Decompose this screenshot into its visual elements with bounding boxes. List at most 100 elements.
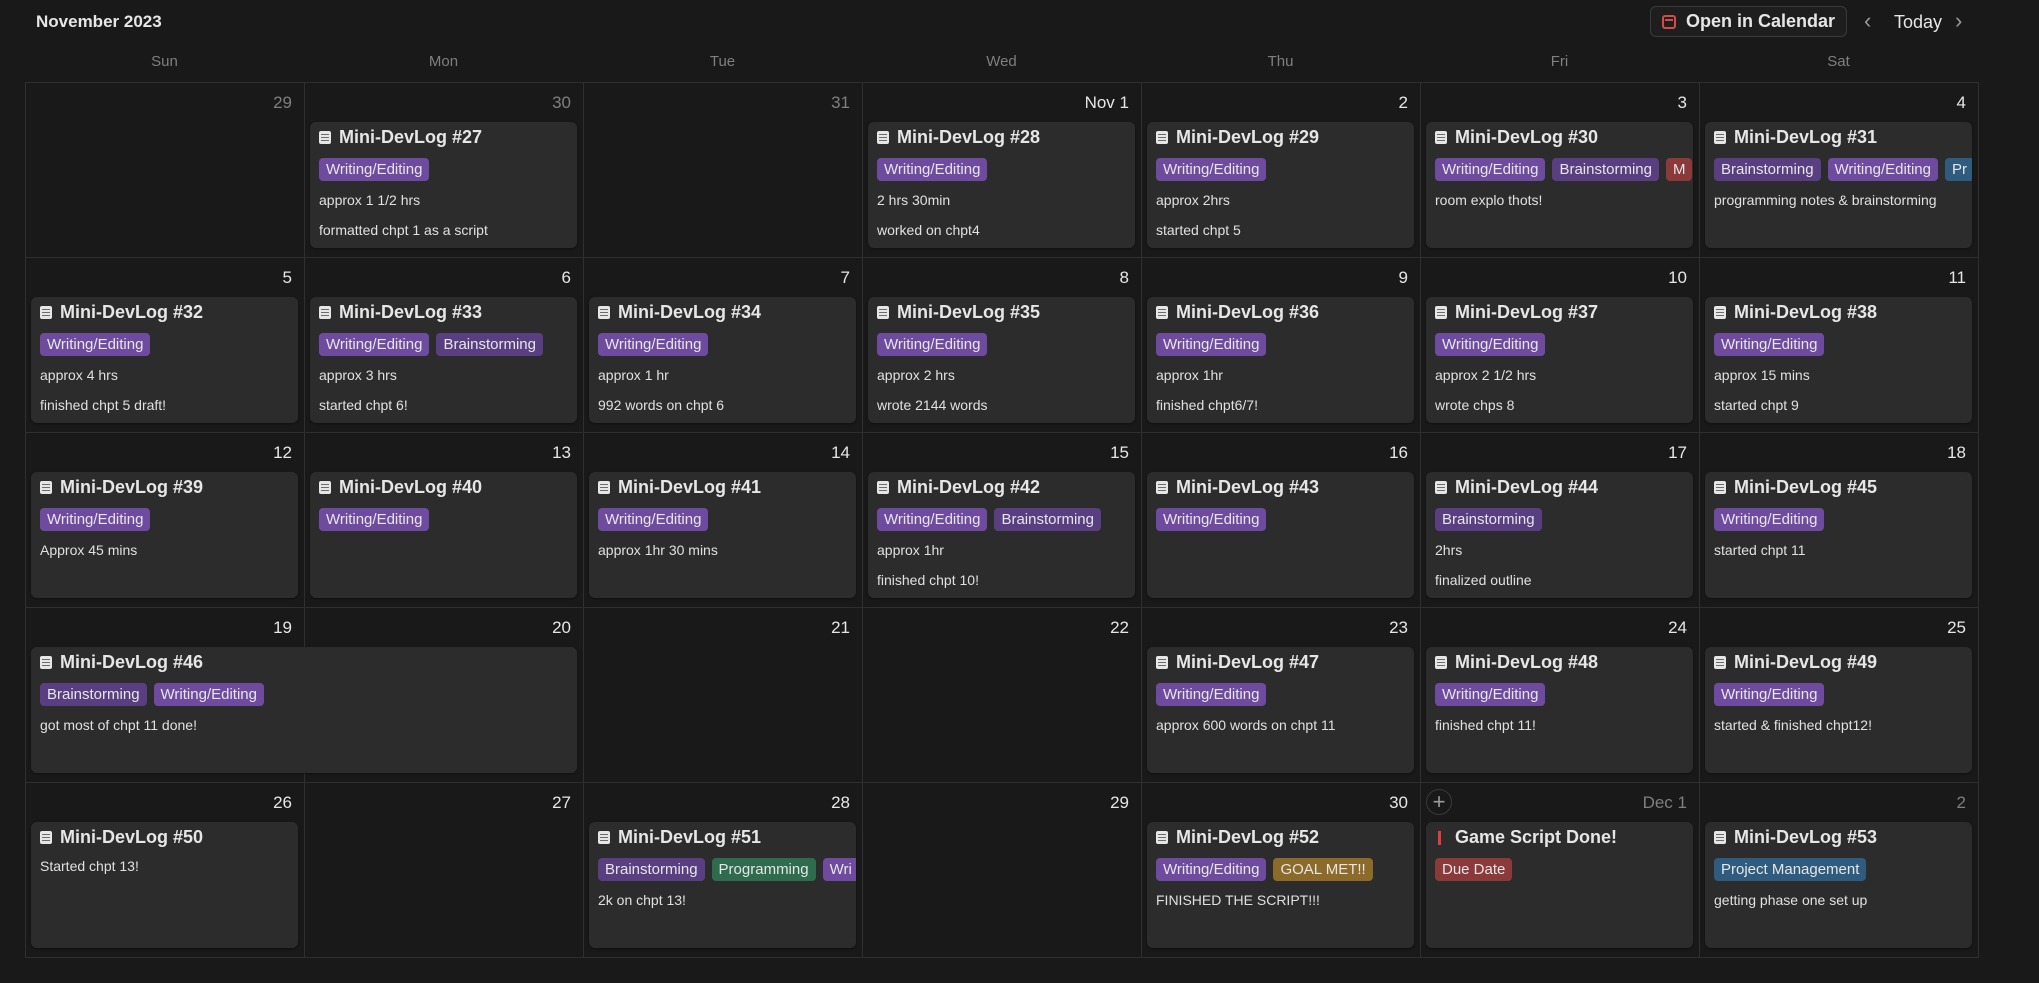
event-note: approx 2 1/2 hrs bbox=[1435, 367, 1537, 383]
event-card[interactable]: Mini-DevLog #51 Brainstorming Programming W… bbox=[589, 822, 856, 948]
tag-badge: Writing/Editing bbox=[1435, 158, 1546, 181]
exclamation-icon bbox=[1438, 830, 1441, 845]
event-card[interactable]: Mini-DevLog #46 Brainstorming Writing/Edit… bbox=[31, 647, 577, 773]
event-note: started & finished chpt12! bbox=[1714, 717, 1872, 733]
event-title: Mini-DevLog #44 bbox=[1435, 477, 1598, 498]
event-card[interactable]: Mini-DevLog #27 Writing/Editing approx 1 1… bbox=[310, 122, 577, 248]
day-cell[interactable]: 29 bbox=[863, 783, 1142, 958]
event-title-text: Mini-DevLog #30 bbox=[1455, 127, 1599, 147]
event-title-text: Mini-DevLog #35 bbox=[897, 302, 1041, 322]
event-card[interactable]: Mini-DevLog #50 Started chpt 13! bbox=[31, 822, 298, 948]
today-button[interactable]: Today bbox=[1894, 12, 1942, 33]
event-card[interactable]: Mini-DevLog #48 Writing/Editing finished c… bbox=[1426, 647, 1693, 773]
event-card[interactable]: Mini-DevLog #28 Writing/Editing 2 hrs 30mi… bbox=[868, 122, 1135, 248]
tag-badge: Due Date bbox=[1435, 858, 1513, 881]
event-card[interactable]: Mini-DevLog #53 Project Management getting… bbox=[1705, 822, 1972, 948]
memo-icon bbox=[598, 306, 610, 319]
tag-badge: Writing/Editing bbox=[877, 508, 988, 531]
day-number: 6 bbox=[561, 268, 571, 287]
day-number: 7 bbox=[840, 268, 850, 287]
event-card[interactable]: Mini-DevLog #38 Writing/Editing approx 15 … bbox=[1705, 297, 1972, 423]
event-title-text: Mini-DevLog #46 bbox=[60, 652, 204, 672]
tag-badge: Writing/Editing bbox=[319, 508, 430, 531]
day-cell[interactable]: 27 bbox=[305, 783, 584, 958]
event-title: Mini-DevLog #42 bbox=[877, 477, 1040, 498]
memo-icon bbox=[319, 481, 331, 494]
tag-badge: Writing/Editing bbox=[1435, 333, 1546, 356]
event-title-text: Mini-DevLog #34 bbox=[618, 302, 762, 322]
tag-badge: Writing/Editing bbox=[40, 508, 151, 531]
event-title-text: Mini-DevLog #31 bbox=[1734, 127, 1878, 147]
day-cell[interactable]: 31 bbox=[584, 83, 863, 258]
event-card[interactable]: Mini-DevLog #33 Writing/Editing Brainstorm… bbox=[310, 297, 577, 423]
open-in-calendar-button[interactable]: Open in Calendar bbox=[1650, 6, 1847, 37]
event-title-text: Mini-DevLog #53 bbox=[1734, 827, 1878, 847]
day-number: 29 bbox=[273, 93, 292, 112]
event-title-text: Mini-DevLog #39 bbox=[60, 477, 204, 497]
tag-list: Writing/Editing bbox=[40, 333, 151, 356]
day-number: 13 bbox=[552, 443, 571, 462]
event-card[interactable]: Mini-DevLog #49 Writing/Editing started & … bbox=[1705, 647, 1972, 773]
event-card[interactable]: Mini-DevLog #41 Writing/Editing approx 1hr… bbox=[589, 472, 856, 598]
event-title-text: Mini-DevLog #42 bbox=[897, 477, 1041, 497]
event-card[interactable]: Mini-DevLog #30 Writing/Editing Brainstorm… bbox=[1426, 122, 1693, 248]
event-card[interactable]: Mini-DevLog #36 Writing/Editing approx 1hr… bbox=[1147, 297, 1414, 423]
tag-badge: Writing/Editing bbox=[877, 333, 988, 356]
day-number: 19 bbox=[273, 618, 292, 637]
event-title-text: Mini-DevLog #41 bbox=[618, 477, 762, 497]
tag-list: Writing/Editing Brainstorming bbox=[877, 508, 1101, 531]
weekday-header: Sun Mon Tue Wed Thu Fri Sat bbox=[25, 53, 1978, 70]
day-number: 16 bbox=[1389, 443, 1408, 462]
memo-icon bbox=[40, 831, 52, 844]
tag-badge: Writing/Editing bbox=[319, 158, 430, 181]
tag-list: Writing/Editing bbox=[319, 508, 430, 531]
day-cell[interactable]: 22 bbox=[863, 608, 1142, 783]
tag-badge: Brainstorming bbox=[1714, 158, 1821, 181]
event-card[interactable]: Mini-DevLog #37 Writing/Editing approx 2 1… bbox=[1426, 297, 1693, 423]
tag-list: Writing/Editing bbox=[1156, 683, 1267, 706]
event-card[interactable]: Mini-DevLog #29 Writing/Editing approx 2hr… bbox=[1147, 122, 1414, 248]
event-note: finished chpt 5 draft! bbox=[40, 397, 167, 413]
memo-icon bbox=[877, 131, 889, 144]
event-title: Mini-DevLog #45 bbox=[1714, 477, 1877, 498]
event-card[interactable]: Mini-DevLog #39 Writing/Editing Approx 45 … bbox=[31, 472, 298, 598]
chevron-right-icon[interactable]: › bbox=[1955, 8, 1962, 34]
tag-list: Brainstorming Writing/Editing bbox=[40, 683, 264, 706]
event-card[interactable]: Mini-DevLog #45 Writing/Editing started ch… bbox=[1705, 472, 1972, 598]
event-card[interactable]: Mini-DevLog #40 Writing/Editing bbox=[310, 472, 577, 598]
add-event-button[interactable]: + bbox=[1426, 789, 1452, 815]
event-title-text: Mini-DevLog #27 bbox=[339, 127, 483, 147]
day-number: 15 bbox=[1110, 443, 1129, 462]
event-note: Started chpt 13! bbox=[40, 858, 139, 874]
memo-icon bbox=[877, 481, 889, 494]
event-card[interactable]: Mini-DevLog #52 Writing/Editing GOAL MET!!… bbox=[1147, 822, 1414, 948]
event-card[interactable]: Mini-DevLog #32 Writing/Editing approx 4 h… bbox=[31, 297, 298, 423]
event-card[interactable]: Mini-DevLog #35 Writing/Editing approx 2 h… bbox=[868, 297, 1135, 423]
event-card[interactable]: Mini-DevLog #42 Writing/Editing Brainstorm… bbox=[868, 472, 1135, 598]
tag-list: Writing/Editing Brainstorming M bbox=[1435, 158, 1693, 181]
tag-list: Brainstorming Writing/Editing Pr bbox=[1714, 158, 1972, 181]
event-card[interactable]: Game Script Done! Due Date bbox=[1426, 822, 1693, 948]
event-card[interactable]: Mini-DevLog #43 Writing/Editing bbox=[1147, 472, 1414, 598]
event-title: Mini-DevLog #38 bbox=[1714, 302, 1877, 323]
weekday-label: Fri bbox=[1550, 53, 1569, 70]
event-card[interactable]: Mini-DevLog #47 Writing/Editing approx 600… bbox=[1147, 647, 1414, 773]
event-card[interactable]: Mini-DevLog #31 Brainstorming Writing/Edit… bbox=[1705, 122, 1972, 248]
event-note: FINISHED THE SCRIPT!!! bbox=[1156, 892, 1320, 908]
day-cell[interactable]: 21 bbox=[584, 608, 863, 783]
memo-icon bbox=[40, 656, 52, 669]
day-cell[interactable]: 29 bbox=[26, 83, 305, 258]
tag-badge: Writing/Editing bbox=[598, 508, 709, 531]
event-title-text: Mini-DevLog #51 bbox=[618, 827, 762, 847]
event-title-text: Mini-DevLog #43 bbox=[1176, 477, 1320, 497]
event-title: Mini-DevLog #40 bbox=[319, 477, 482, 498]
event-note: approx 1 hr bbox=[598, 367, 669, 383]
event-card[interactable]: Mini-DevLog #44 Brainstorming 2hrs finalize… bbox=[1426, 472, 1693, 598]
memo-icon bbox=[1156, 656, 1168, 669]
event-note: finalized outline bbox=[1435, 572, 1532, 588]
event-title: Mini-DevLog #36 bbox=[1156, 302, 1319, 323]
event-card[interactable]: Mini-DevLog #34 Writing/Editing approx 1 h… bbox=[589, 297, 856, 423]
chevron-left-icon[interactable]: ‹ bbox=[1864, 8, 1871, 34]
memo-icon bbox=[1435, 131, 1447, 144]
day-number: 20 bbox=[552, 618, 571, 637]
